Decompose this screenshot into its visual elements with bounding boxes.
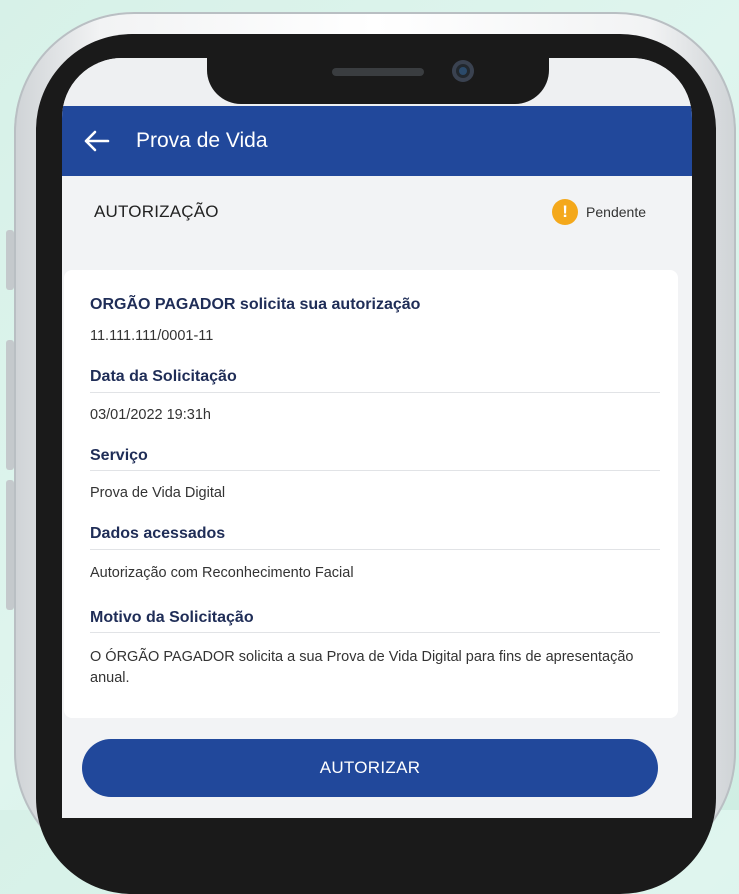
request-date-value-block: 03/01/2022 19:31h: [90, 407, 660, 423]
requester-block: ORGÃO PAGADOR solicita sua autorização: [90, 296, 660, 314]
field-value: Autorização com Reconhecimento Facial: [90, 565, 354, 581]
requester-id: 11.111.111/0001-11: [90, 328, 214, 344]
speaker-grille: [332, 68, 424, 76]
volume-up-button: [6, 340, 14, 470]
field-value: Prova de Vida Digital: [90, 485, 226, 501]
volume-down-button: [6, 480, 14, 610]
app-bar: Prova de Vida: [62, 106, 692, 176]
field-label: Data da Solicitação: [90, 368, 237, 385]
exclamation-icon: !: [552, 199, 579, 225]
field-label: Dados acessados: [90, 525, 226, 542]
field-label: Serviço: [90, 447, 148, 464]
field-value: O ÓRGÃO PAGADOR solicita a sua Prova de …: [90, 649, 634, 686]
phone-screen: Prova de Vida AUTORIZAÇÃO ! Pendente ORG…: [62, 58, 692, 818]
requester-id-block: 11.111.111/0001-11: [90, 328, 660, 344]
arrow-left-icon[interactable]: [84, 128, 110, 154]
status-badge-text: Pendente: [586, 204, 646, 220]
field-label: Motivo da Solicitação: [90, 609, 254, 626]
request-details-card: ORGÃO PAGADOR solicita sua autorização 1…: [64, 270, 678, 718]
camera-icon: [452, 60, 474, 82]
service-value-block: Prova de Vida Digital: [90, 485, 660, 501]
authorize-button[interactable]: AUTORIZAR: [82, 739, 658, 797]
requester-label: ORGÃO PAGADOR solicita sua autorização: [90, 296, 421, 313]
divider: [90, 632, 660, 633]
divider: [90, 549, 660, 550]
field-value: 03/01/2022 19:31h: [90, 407, 211, 423]
reason-value-block: O ÓRGÃO PAGADOR solicita a sua Prova de …: [90, 647, 660, 689]
status-badge: ! Pendente: [552, 199, 646, 225]
accessed-data-value-block: Autorização com Reconhecimento Facial: [90, 565, 660, 581]
mute-switch: [6, 230, 14, 290]
divider: [90, 470, 660, 471]
section-label: AUTORIZAÇÃO: [94, 202, 219, 221]
authorization-status-row: AUTORIZAÇÃO ! Pendente: [62, 176, 692, 248]
accessed-data-field: Dados acessados: [90, 525, 660, 543]
service-field: Serviço: [90, 447, 660, 465]
reason-field: Motivo da Solicitação: [90, 609, 660, 627]
notch: [207, 58, 549, 104]
page-title: Prova de Vida: [136, 129, 268, 152]
divider: [90, 392, 660, 393]
request-date-field: Data da Solicitação: [90, 368, 660, 386]
